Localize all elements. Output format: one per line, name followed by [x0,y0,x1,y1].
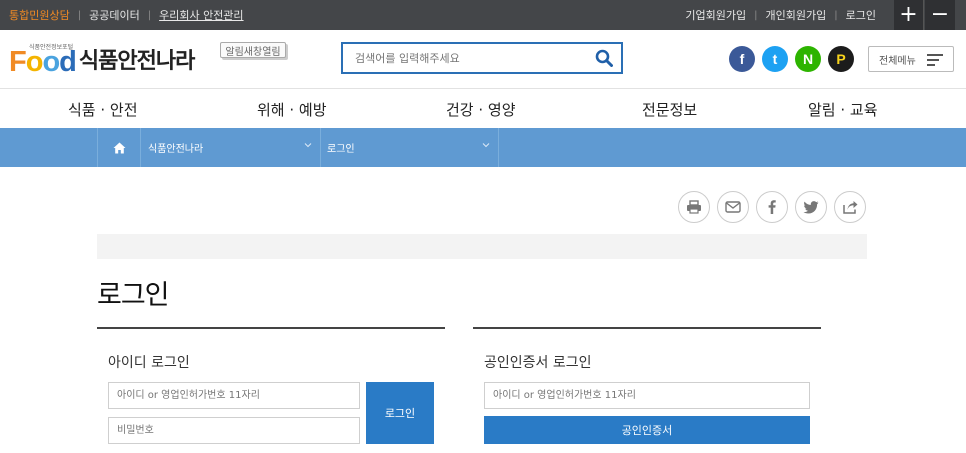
site-logo[interactable]: 식품안전정보포털 Food 식품안전나라 [9,44,195,78]
login-password-input[interactable] [108,417,360,444]
naver-blog-icon[interactable]: N [795,46,821,72]
separator: | [147,9,152,21]
kakao-icon[interactable]: P [828,46,854,72]
breadcrumb-label: 식품안전나라 [148,144,204,155]
nav-hazard-prevention[interactable]: 위해 · 예방 [257,89,327,129]
separator: | [77,9,82,21]
separator: | [834,9,838,21]
search-icon[interactable] [595,49,613,67]
id-login-title: 아이디 로그인 [108,355,190,371]
twitter-icon[interactable]: t [762,46,788,72]
logo-food-word: Food [9,46,77,78]
link-personal-signup[interactable]: 개인회원가입 [766,7,827,23]
chevron-down-icon [482,143,490,148]
zoom-out-button[interactable]: − [925,0,955,30]
breadcrumb-item-login[interactable]: 로그인 [321,128,499,167]
cert-login-button[interactable]: 공인인증서 [484,416,810,444]
logo-tagline: 식품안전정보포털 [29,44,74,51]
home-icon[interactable] [97,128,141,167]
all-menu-label: 전체메뉴 [879,55,916,67]
link-civil-complaint[interactable]: 통합민원상담 [9,7,70,23]
share-icon[interactable] [834,191,866,223]
nav-notice-education[interactable]: 알림 · 교육 [808,89,878,129]
divider [473,327,821,329]
login-id-input[interactable] [108,382,360,409]
login-button[interactable]: 로그인 [366,382,434,444]
hamburger-icon [927,54,943,66]
top-left-links: 통합민원상담 | 공공데이터 | 우리회사 안전관리 [9,0,244,30]
breadcrumb: 식품안전나라 로그인 [0,128,966,167]
page-title: 로그인 [97,280,170,311]
facebook-share-icon[interactable] [756,191,788,223]
all-menu-button[interactable]: 전체메뉴 [868,46,954,72]
nav-food-safety[interactable]: 식품 · 안전 [68,89,138,129]
info-bar [97,234,867,259]
alert-popup-button[interactable]: 알림새창열림 [220,42,286,58]
divider [97,327,445,329]
logo-name: 식품안전나라 [78,49,195,74]
top-utility-bar: 통합민원상담 | 공공데이터 | 우리회사 안전관리 기업회원가입 | 개인회원… [0,0,966,30]
nav-expert-info[interactable]: 전문정보 [642,89,697,129]
link-login[interactable]: 로그인 [846,7,876,23]
search-input[interactable] [343,44,583,72]
link-company-safety[interactable]: 우리회사 안전관리 [159,7,243,23]
main-nav: 식품 · 안전 위해 · 예방 건강 · 영양 전문정보 알림 · 교육 [0,88,966,128]
link-company-signup[interactable]: 기업회원가입 [685,7,746,23]
email-icon[interactable] [717,191,749,223]
chevron-down-icon [304,143,312,148]
nav-health-nutrition[interactable]: 건강 · 영양 [446,89,516,129]
facebook-icon[interactable]: f [729,46,755,72]
cert-login-title: 공인인증서 로그인 [484,355,592,371]
breadcrumb-item-site[interactable]: 식품안전나라 [141,128,321,167]
top-right-links: 기업회원가입 | 개인회원가입 | 로그인 [685,0,876,30]
cert-id-input[interactable] [484,382,810,409]
twitter-share-icon[interactable] [795,191,827,223]
link-public-data[interactable]: 공공데이터 [89,7,140,23]
zoom-in-button[interactable]: + [894,0,924,30]
search-box [341,42,623,74]
breadcrumb-label: 로그인 [327,144,355,155]
print-icon[interactable] [678,191,710,223]
site-header: 식품안전정보포털 Food 식품안전나라 알림새창열림 f t N P 전체메뉴 [0,30,966,88]
separator: | [754,9,758,21]
